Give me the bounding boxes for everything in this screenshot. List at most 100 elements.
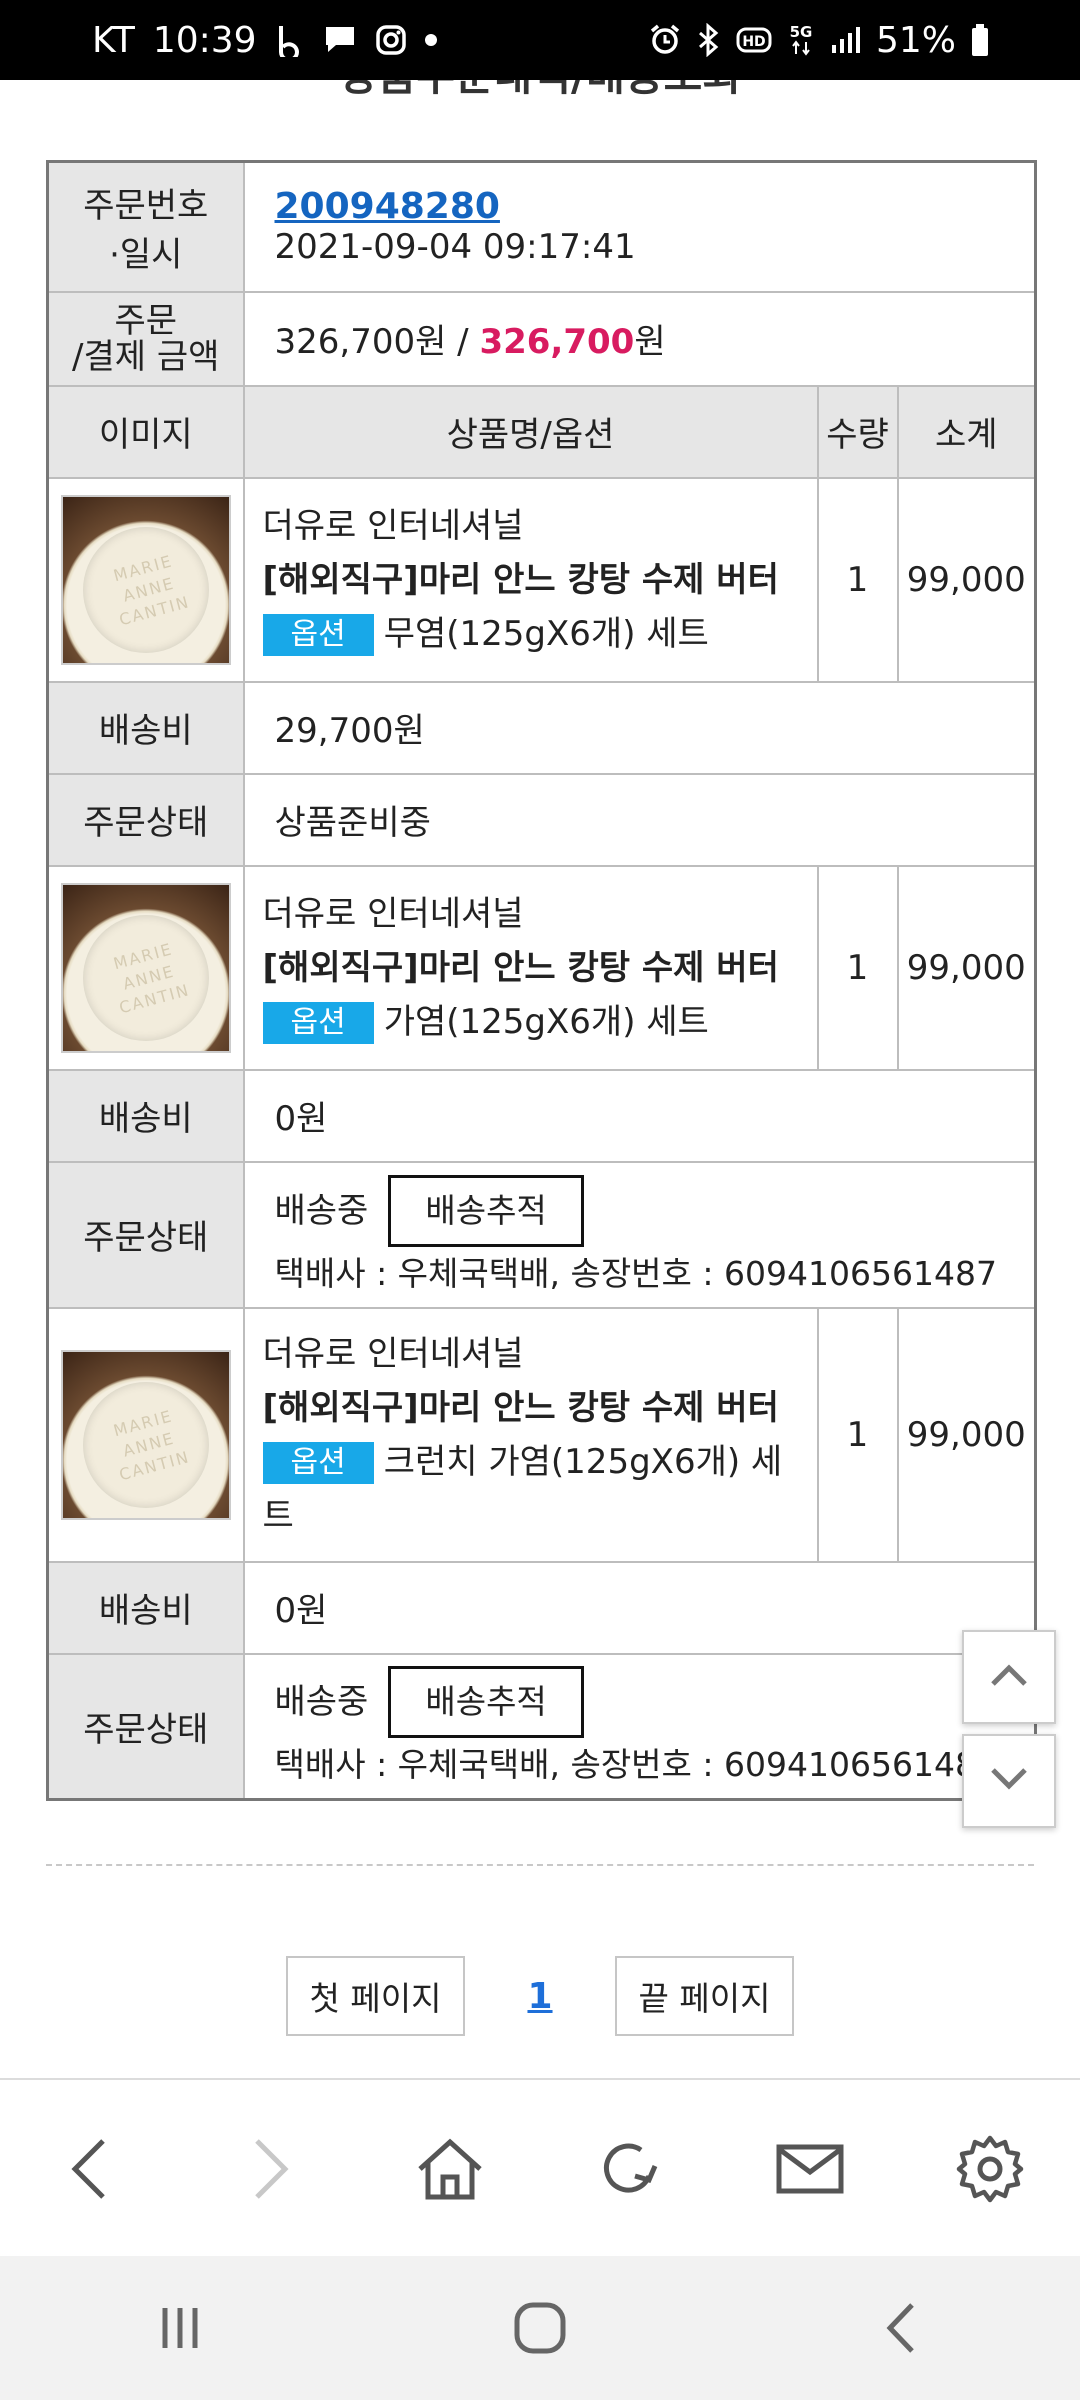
product-image-cell: MARIE ANNE CANTIN bbox=[46, 476, 245, 683]
product-image[interactable]: MARIE ANNE CANTIN bbox=[60, 882, 231, 1053]
product-brand: 더유로 인터네셔널 bbox=[262, 893, 524, 934]
back-icon[interactable] bbox=[45, 2124, 135, 2214]
table-row: MARIE ANNE CANTIN 더유로 인터네셔널 [해외직구]마리 안느 … bbox=[46, 864, 1037, 1071]
header-subtotal: 소계 bbox=[896, 384, 1037, 479]
option-badge: 옵션 bbox=[262, 1442, 374, 1484]
bluetooth-icon bbox=[696, 23, 722, 57]
product-image[interactable]: MARIE ANNE CANTIN bbox=[60, 494, 231, 665]
table-header-row: 이미지 상품명/옵션 수량 소계 bbox=[46, 384, 1037, 479]
shipping-label: 배송비 bbox=[46, 680, 245, 775]
order-amount-label: 주문/결제 금액 bbox=[46, 290, 245, 387]
order-status-cell: 배송중 배송추적 택배사 : 우체국택배, 송장번호 : 609410656148… bbox=[242, 1160, 1037, 1309]
product-brand: 더유로 인터네셔널 bbox=[262, 1333, 524, 1374]
dot-icon bbox=[424, 34, 437, 46]
order-status: 배송중 bbox=[274, 1682, 369, 1723]
chevron-down-icon bbox=[989, 1766, 1029, 1796]
order-number-link[interactable]: 200948280 bbox=[275, 186, 1035, 227]
option-badge: 옵션 bbox=[262, 1002, 374, 1044]
track-delivery-button[interactable]: 배송추적 bbox=[388, 1666, 584, 1739]
product-image[interactable]: MARIE ANNE CANTIN bbox=[60, 1349, 231, 1520]
clock: 10:39 bbox=[152, 19, 257, 61]
pay-amount: 326,700 bbox=[479, 322, 635, 362]
order-datetime: 2021-09-04 09:17:41 bbox=[274, 227, 636, 268]
pay-unit: 원 bbox=[634, 322, 666, 362]
header-qty: 수량 bbox=[816, 384, 899, 479]
product-brand: 더유로 인터네셔널 bbox=[262, 505, 524, 546]
home-circle-icon[interactable] bbox=[490, 2278, 590, 2378]
invoice-info: 택배사 : 우체국택배, 송장번호 : 609410656148 bbox=[274, 1745, 976, 1785]
product-image-cell: MARIE ANNE CANTIN bbox=[46, 1306, 245, 1563]
order-status-cell: 배송중 배송추적 택배사 : 우체국택배, 송장번호 : 609410656148 bbox=[242, 1652, 1037, 1801]
status-row: 주문상태 배송중 배송추적 택배사 : 우체국택배, 송장번호 : 6094106… bbox=[46, 1652, 1037, 1801]
order-amount: 326,700원 / bbox=[274, 322, 480, 362]
system-nav-bar bbox=[0, 2256, 1080, 2400]
shipping-label: 배송비 bbox=[46, 1068, 245, 1163]
product-info: 더유로 인터네셔널 [해외직구]마리 안느 캉탕 수제 버터 옵션 무염(125g… bbox=[242, 476, 819, 683]
shipping-label: 배송비 bbox=[46, 1560, 245, 1655]
option-badge: 옵션 bbox=[262, 614, 374, 656]
order-number-label: 주문번호 ·일시 bbox=[46, 160, 245, 293]
track-delivery-button[interactable]: 배송추적 bbox=[388, 1174, 584, 1247]
header-image: 이미지 bbox=[46, 384, 245, 479]
shipping-fee: 29,700원 bbox=[242, 680, 1037, 775]
item-subtotal: 99,000 bbox=[896, 864, 1037, 1071]
product-info: 더유로 인터네셔널 [해외직구]마리 안느 캉탕 수제 버터 옵션 크런치 가염(… bbox=[242, 1306, 819, 1563]
instagram-icon bbox=[375, 24, 407, 56]
first-page-button[interactable]: 첫 페이지 bbox=[285, 1956, 466, 2036]
item-qty: 1 bbox=[816, 1306, 899, 1563]
product-option: 가염(125gX6개) 세트 bbox=[383, 1001, 709, 1042]
shipping-fee: 0원 bbox=[242, 1068, 1037, 1163]
item-qty: 1 bbox=[816, 864, 899, 1071]
battery-icon bbox=[970, 23, 990, 57]
status-row: 주문상태 배송중 배송추적 택배사 : 우체국택배, 송장번호 : 6094106… bbox=[46, 1160, 1037, 1309]
status-label: 주문상태 bbox=[46, 1160, 245, 1309]
item-subtotal: 99,000 bbox=[896, 476, 1037, 683]
product-name-link[interactable]: [해외직구]마리 안느 캉탕 수제 버터 bbox=[263, 1381, 807, 1435]
product-image-cell: MARIE ANNE CANTIN bbox=[46, 864, 245, 1071]
order-amount-cell: 326,700원 / 326,700원 bbox=[242, 290, 1037, 387]
signal-icon bbox=[830, 25, 862, 55]
recent-apps-icon[interactable] bbox=[130, 2278, 230, 2378]
table-row: MARIE ANNE CANTIN 더유로 인터네셔널 [해외직구]마리 안느 … bbox=[46, 1306, 1037, 1563]
browser-toolbar bbox=[0, 2078, 1080, 2258]
order-status: 배송중 bbox=[274, 1190, 369, 1231]
status-label: 주문상태 bbox=[46, 772, 245, 867]
svg-text:HD: HD bbox=[742, 34, 765, 50]
product-option: 무염(125gX6개) 세트 bbox=[383, 613, 709, 654]
order-amount-row: 주문/결제 금액 326,700원 / 326,700원 bbox=[46, 290, 1037, 387]
chat-icon bbox=[323, 24, 357, 56]
product-info: 더유로 인터네셔널 [해외직구]마리 안느 캉탕 수제 버터 옵션 가염(125g… bbox=[242, 864, 819, 1071]
shipping-fee: 0원 bbox=[242, 1560, 1037, 1655]
scroll-bottom-button[interactable] bbox=[962, 1734, 1056, 1828]
status-label: 주문상태 bbox=[46, 1652, 245, 1801]
shipping-row: 배송비 0원 bbox=[46, 1560, 1037, 1655]
carrier-label: KT bbox=[92, 19, 135, 61]
order-number-row: 주문번호 ·일시 200948280 2021-09-04 09:17:41 bbox=[46, 160, 1037, 293]
forward-icon[interactable] bbox=[225, 2124, 315, 2214]
back-nav-icon[interactable] bbox=[850, 2278, 950, 2378]
current-page-link[interactable]: 1 bbox=[527, 1976, 552, 2017]
status-row: 주문상태 상품준비중 bbox=[46, 772, 1037, 867]
product-name-link[interactable]: [해외직구]마리 안느 캉탕 수제 버터 bbox=[263, 553, 807, 607]
b-app-icon bbox=[275, 23, 305, 57]
alarm-icon bbox=[648, 23, 682, 57]
settings-icon[interactable] bbox=[945, 2124, 1035, 2214]
5g-icon: 5G bbox=[786, 22, 816, 58]
order-number-cell: 200948280 2021-09-04 09:17:41 bbox=[242, 160, 1037, 293]
scroll-top-button[interactable] bbox=[962, 1630, 1056, 1724]
item-subtotal: 99,000 bbox=[896, 1306, 1037, 1563]
item-qty: 1 bbox=[816, 476, 899, 683]
section-divider bbox=[46, 1864, 1034, 1866]
home-icon[interactable] bbox=[405, 2124, 495, 2214]
reload-icon[interactable] bbox=[585, 2124, 675, 2214]
hd-icon: HD bbox=[736, 26, 772, 54]
table-row: MARIE ANNE CANTIN 더유로 인터네셔널 [해외직구]마리 안느 … bbox=[46, 476, 1037, 683]
invoice-info: 택배사 : 우체국택배, 송장번호 : 6094106561487 bbox=[274, 1253, 997, 1293]
chevron-up-icon bbox=[989, 1662, 1029, 1692]
last-page-button[interactable]: 끝 페이지 bbox=[614, 1956, 795, 2036]
shipping-row: 배송비 0원 bbox=[46, 1068, 1037, 1163]
product-name-link[interactable]: [해외직구]마리 안느 캉탕 수제 버터 bbox=[263, 941, 807, 995]
header-product: 상품명/옵션 bbox=[242, 384, 819, 479]
mail-icon[interactable] bbox=[765, 2124, 855, 2214]
status-bar: KT 10:39 HD 5G 51% bbox=[0, 0, 1080, 80]
